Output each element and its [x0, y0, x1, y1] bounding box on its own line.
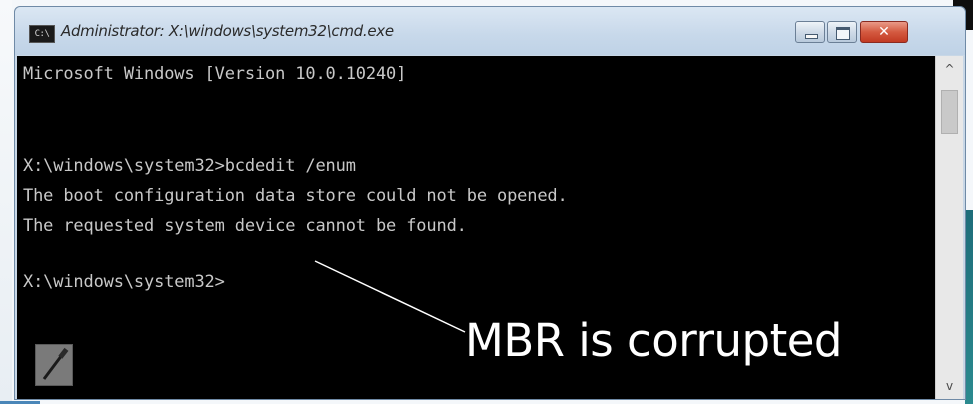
title-bar[interactable]: C:\ Administrator: X:\windows\system32\c…: [15, 7, 965, 55]
background-strip: [0, 0, 12, 404]
scroll-thumb[interactable]: [941, 90, 958, 134]
minimize-icon: [805, 34, 818, 39]
close-icon: ✕: [878, 24, 890, 40]
scroll-down-icon[interactable]: v: [936, 375, 963, 397]
console-output[interactable]: Microsoft Windows [Version 10.0.10240] X…: [17, 56, 935, 399]
close-button[interactable]: ✕: [860, 21, 908, 43]
scroll-up-icon[interactable]: ^: [936, 58, 963, 80]
vertical-scrollbar[interactable]: ^ v: [935, 56, 963, 399]
background-edge: [965, 210, 973, 404]
maximize-icon: [836, 27, 850, 40]
cmd-icon[interactable]: C:\: [29, 25, 55, 43]
hammer-icon: [35, 344, 73, 386]
annotation-label: MBR is corrupted: [465, 314, 842, 367]
minimize-button[interactable]: [795, 21, 825, 43]
window-title: Administrator: X:\windows\system32\cmd.e…: [61, 22, 394, 40]
maximize-button[interactable]: [827, 21, 857, 43]
cmd-window: C:\ Administrator: X:\windows\system32\c…: [14, 6, 966, 400]
